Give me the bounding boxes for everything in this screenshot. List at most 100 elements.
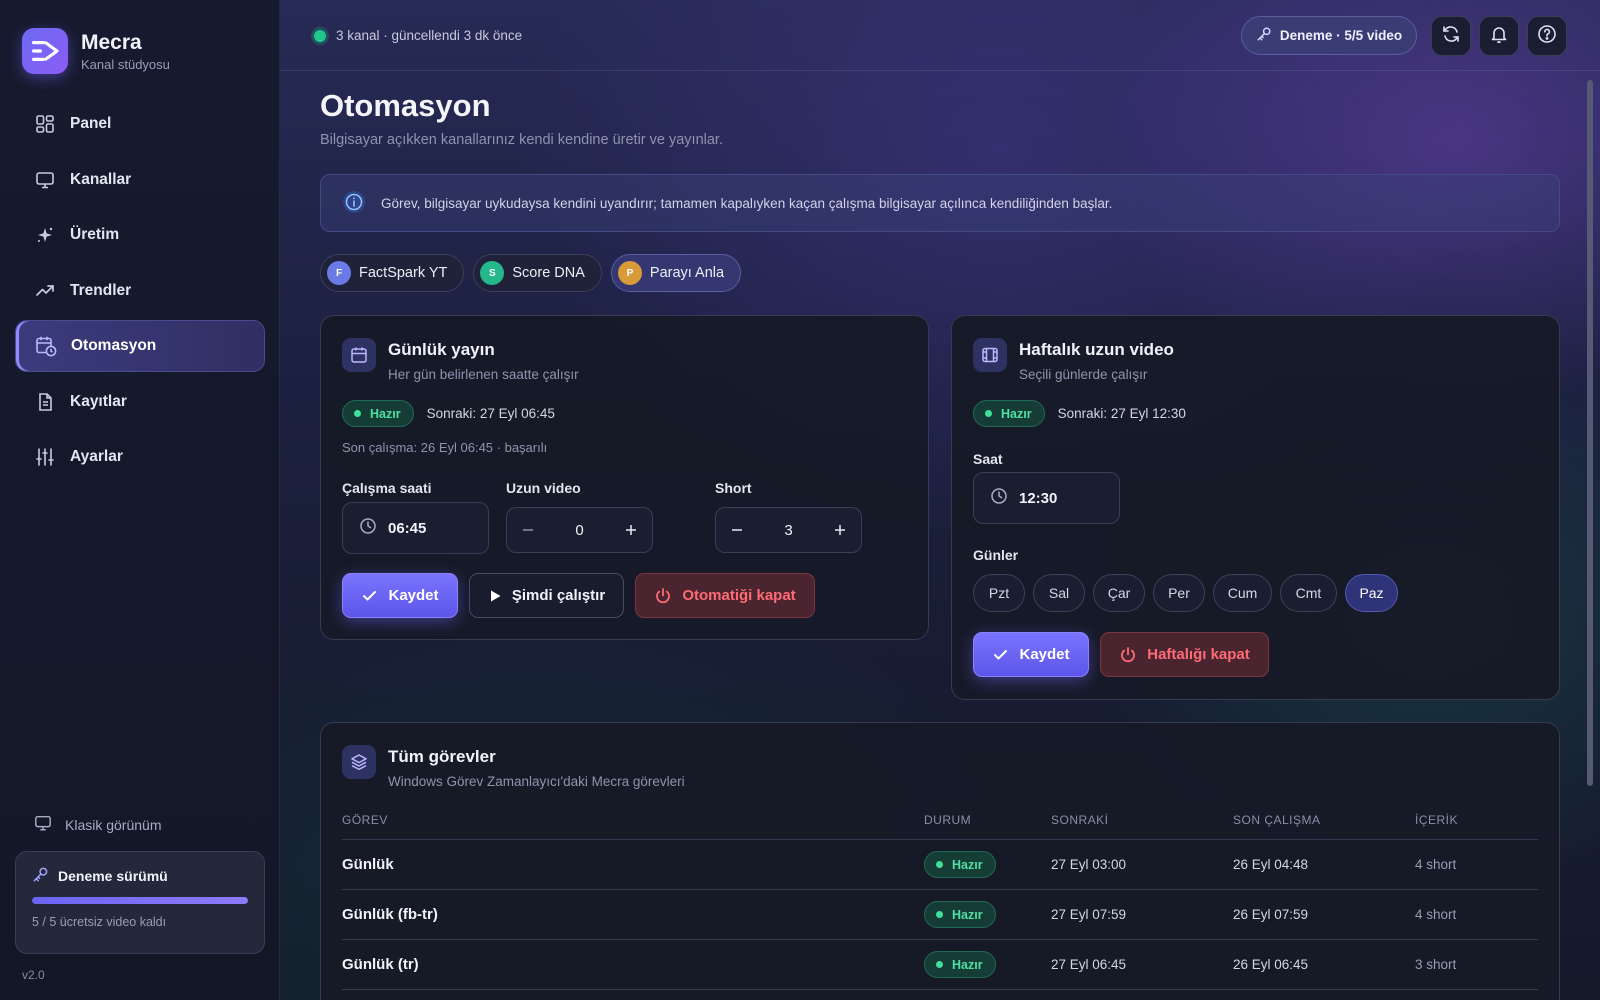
monitor-icon	[34, 169, 56, 191]
sync-status: 3 kanal · güncellendi 3 dk önce	[314, 28, 522, 43]
status-dot-icon	[936, 961, 943, 968]
page-scrollbar[interactable]	[1587, 80, 1593, 786]
power-icon	[654, 587, 672, 605]
channel-chip-factspark[interactable]: F FactSpark YT	[320, 254, 465, 292]
weekly-time-label: Saat	[973, 451, 1003, 467]
refresh-button[interactable]	[1431, 16, 1471, 56]
day-pill-cmt[interactable]: Cmt	[1280, 574, 1337, 612]
clock-icon	[359, 517, 377, 539]
disable-auto-button[interactable]: Otomatiği kapat	[635, 573, 815, 618]
task-content: 3 short	[1415, 957, 1457, 972]
status-badge-label: Hazır	[952, 857, 983, 872]
notifications-button[interactable]	[1479, 16, 1519, 56]
day-pill-paz[interactable]: Paz	[1345, 574, 1398, 612]
info-text: Görev, bilgisayar uykudaysa kendini uyan…	[381, 195, 1113, 211]
check-icon	[361, 587, 378, 604]
task-next-run: 27 Eyl 07:59	[1051, 907, 1127, 922]
help-icon	[1537, 24, 1557, 49]
classic-view-link[interactable]: Klasik görünüm	[34, 814, 162, 835]
topbar: 3 kanal · güncellendi 3 dk önce Deneme ·…	[280, 0, 1600, 71]
refresh-icon	[1441, 24, 1461, 49]
daily-time-value: 06:45	[388, 519, 427, 537]
check-icon	[992, 646, 1009, 663]
layers-icon	[342, 745, 376, 779]
short-value: 3	[784, 521, 793, 539]
table-divider	[342, 839, 1538, 840]
plus-icon[interactable]	[622, 521, 640, 539]
tasks-card-title: Tüm görevler	[388, 747, 496, 766]
status-badge: Hazır	[342, 400, 414, 427]
table-divider	[342, 939, 1538, 940]
daily-card-title: Günlük yayın	[388, 340, 495, 359]
weekly-card-title: Haftalık uzun video	[1019, 340, 1174, 359]
status-badge-label: Hazır	[952, 907, 983, 922]
brand[interactable]: Mecra Kanal stüdyosu	[22, 28, 170, 74]
sync-status-text: 3 kanal · güncellendi 3 dk önce	[336, 28, 523, 43]
task-last-run: 26 Eyl 07:59	[1233, 907, 1309, 922]
trial-pill-button[interactable]: Deneme · 5/5 video	[1241, 16, 1417, 55]
status-badge: Hazır	[924, 901, 996, 928]
task-last-run: 26 Eyl 06:45	[1233, 957, 1309, 972]
short-label: Short	[715, 480, 752, 496]
day-pill-sal[interactable]: Sal	[1033, 574, 1085, 612]
sidebar-item-ayarlar[interactable]: Ayarlar	[15, 431, 265, 483]
plus-icon[interactable]	[831, 521, 849, 539]
document-icon	[34, 391, 56, 413]
sidebar-nav: Panel Kanallar Üretim Trendler Otomasyon	[15, 98, 265, 487]
sidebar-item-kanallar[interactable]: Kanallar	[15, 154, 265, 206]
mecra-logo-icon	[22, 28, 68, 74]
short-stepper[interactable]: 3	[715, 507, 862, 553]
sidebar-item-uretim[interactable]: Üretim	[15, 209, 265, 261]
minus-icon[interactable]	[519, 521, 537, 539]
sidebar-item-label: Üretim	[70, 226, 120, 243]
daily-card-subtitle: Her gün belirlenen saatte çalışır	[388, 367, 579, 382]
long-video-value: 0	[575, 521, 584, 539]
page-subtitle: Bilgisayar açıkken kanallarınız kendi ke…	[320, 132, 723, 148]
status-badge: Hazır	[924, 851, 996, 878]
task-row-name[interactable]: Günlük (fb-tr)	[342, 906, 438, 923]
task-row-name[interactable]: Günlük (tr)	[342, 956, 419, 973]
status-dot-icon	[314, 29, 326, 42]
weekly-save-button[interactable]: Kaydet	[973, 632, 1089, 677]
sidebar-item-panel[interactable]: Panel	[15, 98, 265, 150]
day-pill-car[interactable]: Çar	[1093, 574, 1145, 612]
disable-weekly-button[interactable]: Haftalığı kapat	[1100, 632, 1269, 677]
sidebar-item-label: Kanallar	[70, 170, 132, 188]
daily-time-input[interactable]: 06:45	[342, 502, 489, 554]
sidebar-item-trendler[interactable]: Trendler	[15, 265, 265, 317]
table-divider	[342, 889, 1538, 890]
minus-icon[interactable]	[728, 521, 746, 539]
day-pill-cum[interactable]: Cum	[1213, 574, 1272, 612]
help-button[interactable]	[1527, 16, 1567, 56]
key-icon	[1256, 26, 1272, 45]
daily-save-button[interactable]: Kaydet	[342, 573, 458, 618]
brand-subtitle: Kanal stüdyosu	[81, 56, 170, 72]
channel-chip-label: Parayı Anla	[649, 265, 725, 281]
run-time-label: Çalışma saati	[342, 480, 432, 496]
day-pill-per[interactable]: Per	[1153, 574, 1205, 612]
weekly-time-input[interactable]: 12:30	[973, 472, 1120, 524]
col-header-next: SONRAKİ	[1051, 813, 1109, 827]
sidebar-item-kayitlar[interactable]: Kayıtlar	[15, 376, 265, 428]
task-row-name[interactable]: Günlük	[342, 856, 394, 873]
sidebar-item-label: Trendler	[70, 281, 132, 299]
long-video-stepper[interactable]: 0	[506, 507, 653, 553]
sidebar-item-label: Ayarlar	[70, 448, 123, 465]
weekly-next-run: Sonraki: 27 Eyl 12:30	[1057, 406, 1186, 421]
sidebar: Mecra Kanal stüdyosu Panel Kanallar Üret…	[0, 0, 280, 1000]
channel-chip-parayi-anla[interactable]: P Parayı Anla	[610, 254, 742, 292]
info-banner: Görev, bilgisayar uykudaysa kendini uyan…	[320, 174, 1560, 232]
trial-card[interactable]: Deneme sürümü 5 / 5 ücretsiz video kaldı	[15, 851, 265, 954]
col-header-last-run: SON ÇALIŞMA	[1233, 813, 1321, 827]
status-badge-label: Hazır	[370, 406, 401, 421]
run-now-button[interactable]: Şimdi çalıştır	[469, 573, 624, 618]
sidebar-item-otomasyon[interactable]: Otomasyon	[15, 320, 265, 372]
trial-progress-fill	[32, 897, 248, 904]
channel-chip-score-dna[interactable]: S Score DNA	[473, 254, 602, 292]
save-label: Kaydet	[1019, 646, 1070, 663]
channel-chips: F FactSpark YT S Score DNA P Parayı Anla	[320, 254, 750, 292]
col-header-status: DURUM	[924, 813, 972, 827]
app-version: v2.0	[22, 968, 45, 982]
trial-progress-bar	[32, 897, 248, 904]
day-pill-pzt[interactable]: Pzt	[973, 574, 1025, 612]
